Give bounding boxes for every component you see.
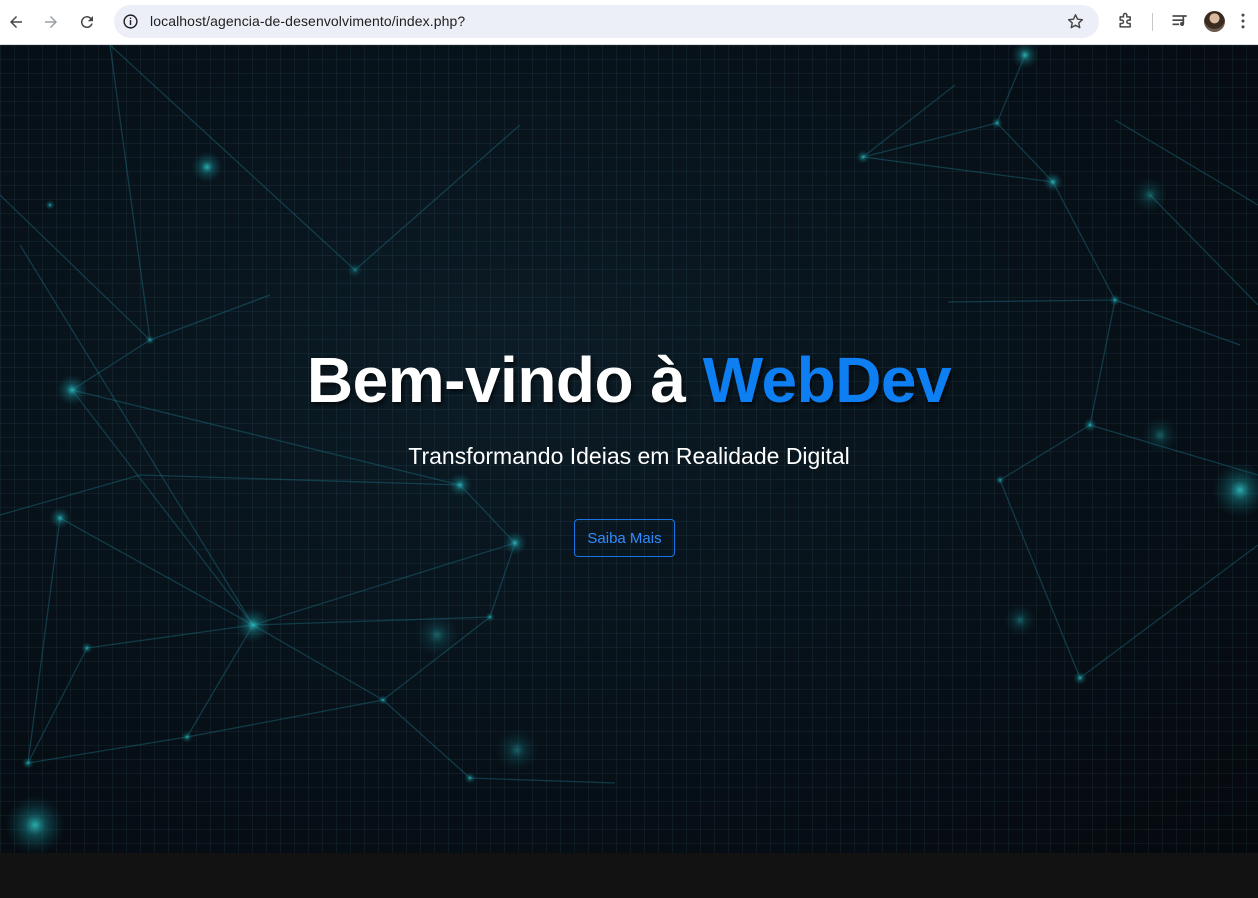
bookmark-star-icon[interactable]	[1066, 12, 1085, 31]
hero-title: Bem-vindo à WebDev	[0, 343, 1258, 417]
forward-arrow-icon	[45, 16, 57, 28]
site-info-icon[interactable]	[122, 13, 139, 30]
address-bar[interactable]: localhost/agencia-de-desenvolvimento/ind…	[114, 5, 1099, 38]
browser-toolbar: localhost/agencia-de-desenvolvimento/ind…	[0, 0, 1258, 45]
hero-section: Bem-vindo à WebDev Transformando Ideias …	[0, 45, 1258, 853]
hero-title-prefix: Bem-vindo à	[306, 344, 703, 416]
extensions-puzzle-icon[interactable]	[1116, 11, 1136, 31]
next-section-band	[0, 853, 1258, 898]
profile-avatar[interactable]	[1204, 11, 1225, 32]
hero-title-brand: WebDev	[702, 344, 952, 416]
url-text[interactable]: localhost/agencia-de-desenvolvimento/ind…	[150, 13, 465, 29]
forward-button[interactable]	[36, 7, 66, 37]
reload-icon	[80, 16, 93, 29]
back-arrow-icon	[10, 16, 22, 28]
reload-button[interactable]	[72, 7, 102, 37]
more-vert-icon[interactable]	[1233, 11, 1253, 31]
hero-content: Bem-vindo à WebDev Transformando Ideias …	[0, 45, 1258, 853]
saiba-mais-button[interactable]: Saiba Mais	[574, 519, 675, 557]
media-queue-icon[interactable]	[1170, 11, 1190, 31]
hero-subtitle: Transformando Ideias em Realidade Digita…	[408, 443, 850, 469]
back-button[interactable]	[1, 7, 31, 37]
toolbar-divider	[1152, 13, 1153, 31]
